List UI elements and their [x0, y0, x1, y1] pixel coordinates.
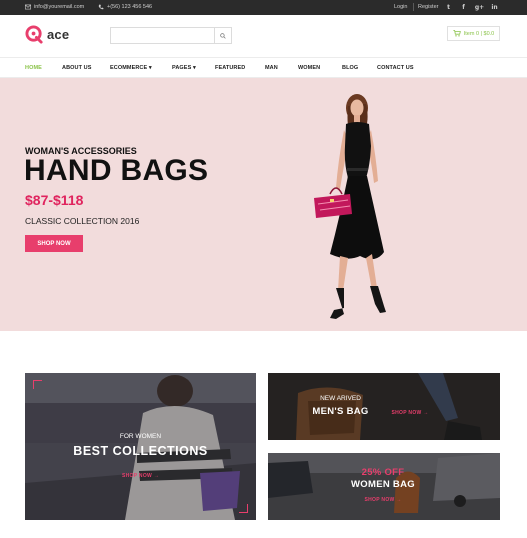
women-bag-banner[interactable]: 25% OFF WOMEN BAG SHOP NOW → [268, 453, 500, 520]
phone-text: +(56) 123 456 546 [107, 4, 153, 10]
search-input[interactable] [111, 28, 215, 43]
main-navigation: HOME ABOUT US ECOMMERCE ▾ PAGES ▾ FEATUR… [0, 57, 527, 78]
logo-mark-icon [25, 25, 44, 44]
login-link[interactable]: Login [394, 4, 407, 10]
women-bag-shop-now-link[interactable]: SHOP NOW → [328, 497, 438, 503]
facebook-icon[interactable]: f [459, 3, 468, 12]
cart-summary: Item 0 | $0.0 [463, 30, 495, 37]
cart-icon [453, 30, 461, 37]
email-contact[interactable]: info@youremail.com [25, 4, 84, 10]
collections-shop-now-link[interactable]: SHOP NOW → [25, 473, 256, 479]
model-image [314, 94, 386, 319]
phone-icon [98, 4, 104, 10]
mens-bag-shop-now-link[interactable]: SHOP NOW → [380, 410, 440, 416]
register-link[interactable]: Register [418, 4, 438, 10]
shop-now-button[interactable]: SHOP NOW [25, 235, 83, 252]
logo-text: ace [47, 27, 70, 42]
nav-contact-us[interactable]: CONTACT US [377, 65, 414, 71]
twitter-icon[interactable]: t [444, 3, 453, 12]
nav-blog[interactable]: BLOG [342, 65, 358, 71]
nav-about-us[interactable]: ABOUT US [62, 65, 92, 71]
nav-ecommerce[interactable]: ECOMMERCE ▾ [110, 65, 152, 71]
mens-bag-banner[interactable]: NEW ARIVED MEN'S BAG SHOP NOW → [268, 373, 500, 440]
women-bag-title: WOMEN BAG [351, 479, 415, 490]
best-collections-banner[interactable]: FOR WOMEN BEST COLLECTIONS SHOP NOW → [25, 373, 256, 520]
frame-corner-top-left [33, 380, 42, 389]
nav-featured[interactable]: FEATURED [215, 65, 245, 71]
search-icon [220, 32, 226, 39]
hero-subtitle: CLASSIC COLLECTION 2016 [25, 216, 140, 226]
envelope-icon [25, 4, 31, 10]
women-bag-discount: 25% OFF [361, 467, 405, 478]
hero-price: $87-$118 [25, 192, 84, 208]
email-text: info@youremail.com [34, 4, 85, 10]
hero-title: HAND BAGS [24, 154, 209, 187]
nav-women[interactable]: WOMEN [298, 65, 320, 71]
hero-slider: WOMAN'S ACCESSORIES HAND BAGS $87-$118 C… [0, 78, 527, 331]
site-logo[interactable]: ace [25, 25, 69, 44]
collections-eyebrow: FOR WOMEN [119, 433, 162, 440]
frame-corner-bottom-right [239, 504, 248, 513]
top-bar: info@youremail.com +(56) 123 456 546 Log… [0, 0, 527, 15]
nav-home[interactable]: HOME [25, 65, 42, 71]
mens-bag-title: MEN'S BAG [312, 406, 369, 417]
linkedin-icon[interactable]: in [490, 3, 499, 12]
nav-man[interactable]: MAN [265, 65, 278, 71]
search-button[interactable] [214, 28, 231, 43]
google-plus-icon[interactable]: g+ [475, 3, 484, 12]
nav-pages[interactable]: PAGES ▾ [172, 65, 196, 71]
phone-contact: +(56) 123 456 546 [98, 4, 152, 10]
collections-title: BEST COLLECTIONS [73, 444, 208, 458]
mens-bag-eyebrow: NEW ARIVED [320, 395, 361, 402]
search-bar [110, 27, 232, 44]
login-label: Login [394, 4, 408, 10]
cart-button[interactable]: Item 0 | $0.0 [447, 26, 500, 41]
topbar-divider [413, 3, 414, 11]
register-label: Register [418, 4, 439, 10]
